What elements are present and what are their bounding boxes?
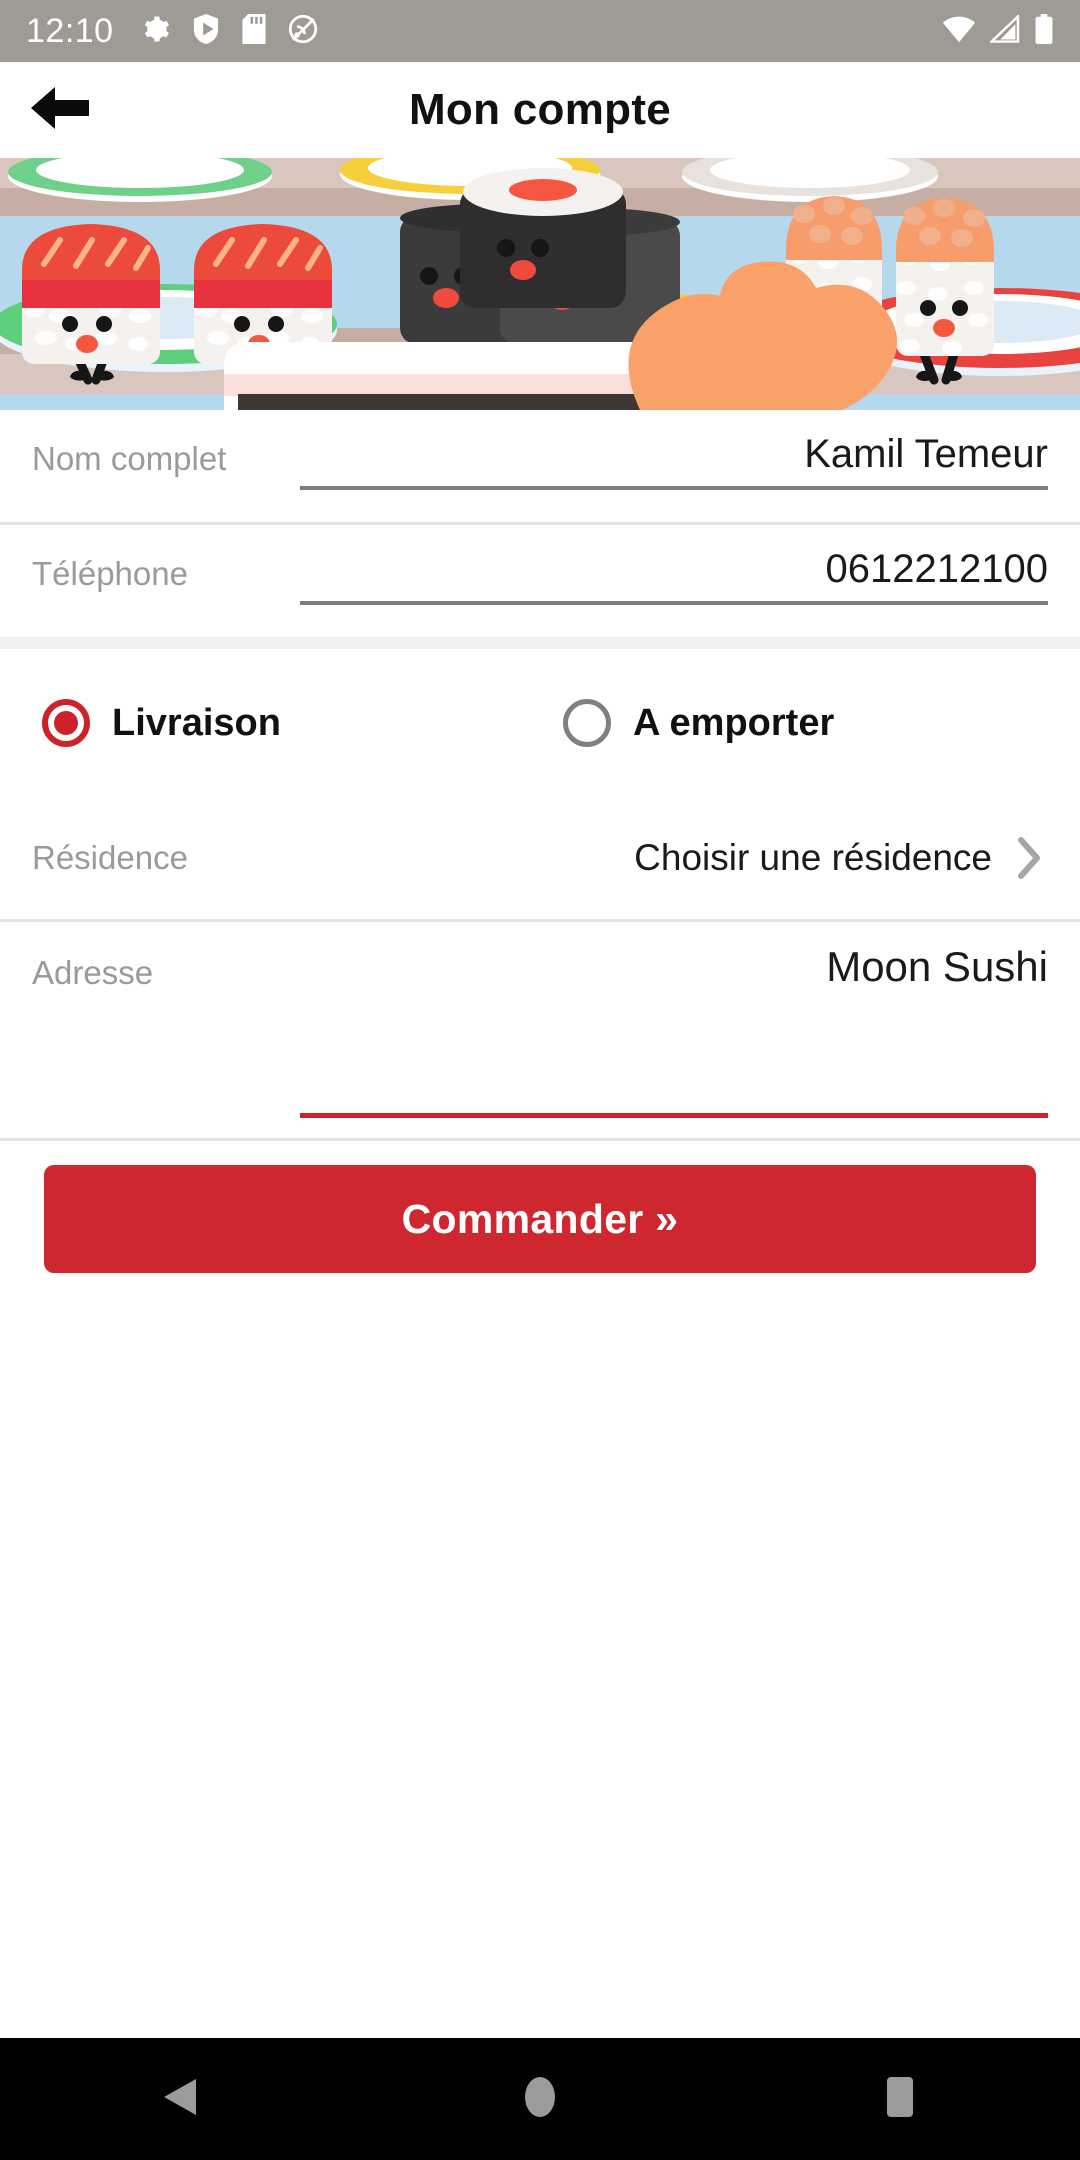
section-gap: [0, 637, 1080, 649]
address-label: Adresse: [32, 954, 154, 991]
full-name-row: Nom complet Kamil Temeur: [0, 410, 1080, 522]
status-left-icons: [140, 13, 318, 49]
radio-selected-icon: [42, 699, 90, 747]
arrow-left-icon: [29, 83, 91, 138]
play-shield-icon: [192, 13, 220, 49]
wifi-icon: [942, 15, 976, 48]
do-not-disturb-icon: [288, 14, 318, 49]
cellular-signal-icon: [988, 13, 1020, 48]
nav-recents-button[interactable]: [810, 2038, 990, 2160]
full-name-input[interactable]: Kamil Temeur: [300, 410, 1048, 486]
page-title: Mon compte: [408, 85, 672, 134]
app-header: Mon compte: [0, 62, 1080, 158]
commander-button[interactable]: Commander »: [44, 1165, 1036, 1273]
battery-icon: [1034, 13, 1054, 49]
order-mode-group: Livraison A emporter: [0, 649, 1080, 797]
residence-value: Choisir une résidence: [634, 837, 992, 878]
phone-row: Téléphone 0612212100: [0, 525, 1080, 637]
radio-unselected-icon: [562, 699, 611, 747]
phone-underline: [300, 601, 1048, 605]
full-name-label: Nom complet: [32, 440, 227, 477]
address-input[interactable]: Moon Sushi: [300, 922, 1048, 990]
address-underline-focused: [300, 1113, 1048, 1118]
chevron-right-icon: [1016, 836, 1042, 880]
phone-input[interactable]: 0612212100: [300, 525, 1048, 601]
back-triangle-icon: [160, 2075, 200, 2124]
account-form: Nom complet Kamil Temeur Téléphone 06122…: [0, 410, 1080, 1273]
cta-container: Commander »: [0, 1141, 1080, 1273]
radio-option-a-emporter[interactable]: A emporter: [562, 699, 835, 747]
address-row: Adresse Moon Sushi: [0, 922, 1080, 1138]
radio-option-livraison[interactable]: Livraison: [42, 699, 281, 747]
sd-card-icon: [242, 13, 266, 49]
full-name-underline: [300, 486, 1048, 490]
nav-back-button[interactable]: [90, 2038, 270, 2160]
android-nav-bar: [0, 2038, 1080, 2160]
restaurant-banner-image: [0, 158, 1080, 410]
residence-label: Résidence: [32, 839, 188, 876]
radio-label-a-emporter: A emporter: [632, 701, 835, 744]
back-button[interactable]: [0, 62, 120, 158]
phone-label: Téléphone: [32, 555, 188, 592]
status-bar: 12:10: [0, 0, 1080, 62]
status-right-icons: [942, 13, 1054, 49]
recents-square-icon: [880, 2073, 920, 2126]
residence-picker-row[interactable]: Résidence Choisir une résidence: [0, 797, 1080, 919]
home-circle-icon: [520, 2073, 560, 2126]
nav-home-button[interactable]: [450, 2038, 630, 2160]
gear-icon: [140, 14, 170, 49]
radio-label-livraison: Livraison: [112, 701, 281, 744]
status-clock: 12:10: [26, 12, 114, 50]
